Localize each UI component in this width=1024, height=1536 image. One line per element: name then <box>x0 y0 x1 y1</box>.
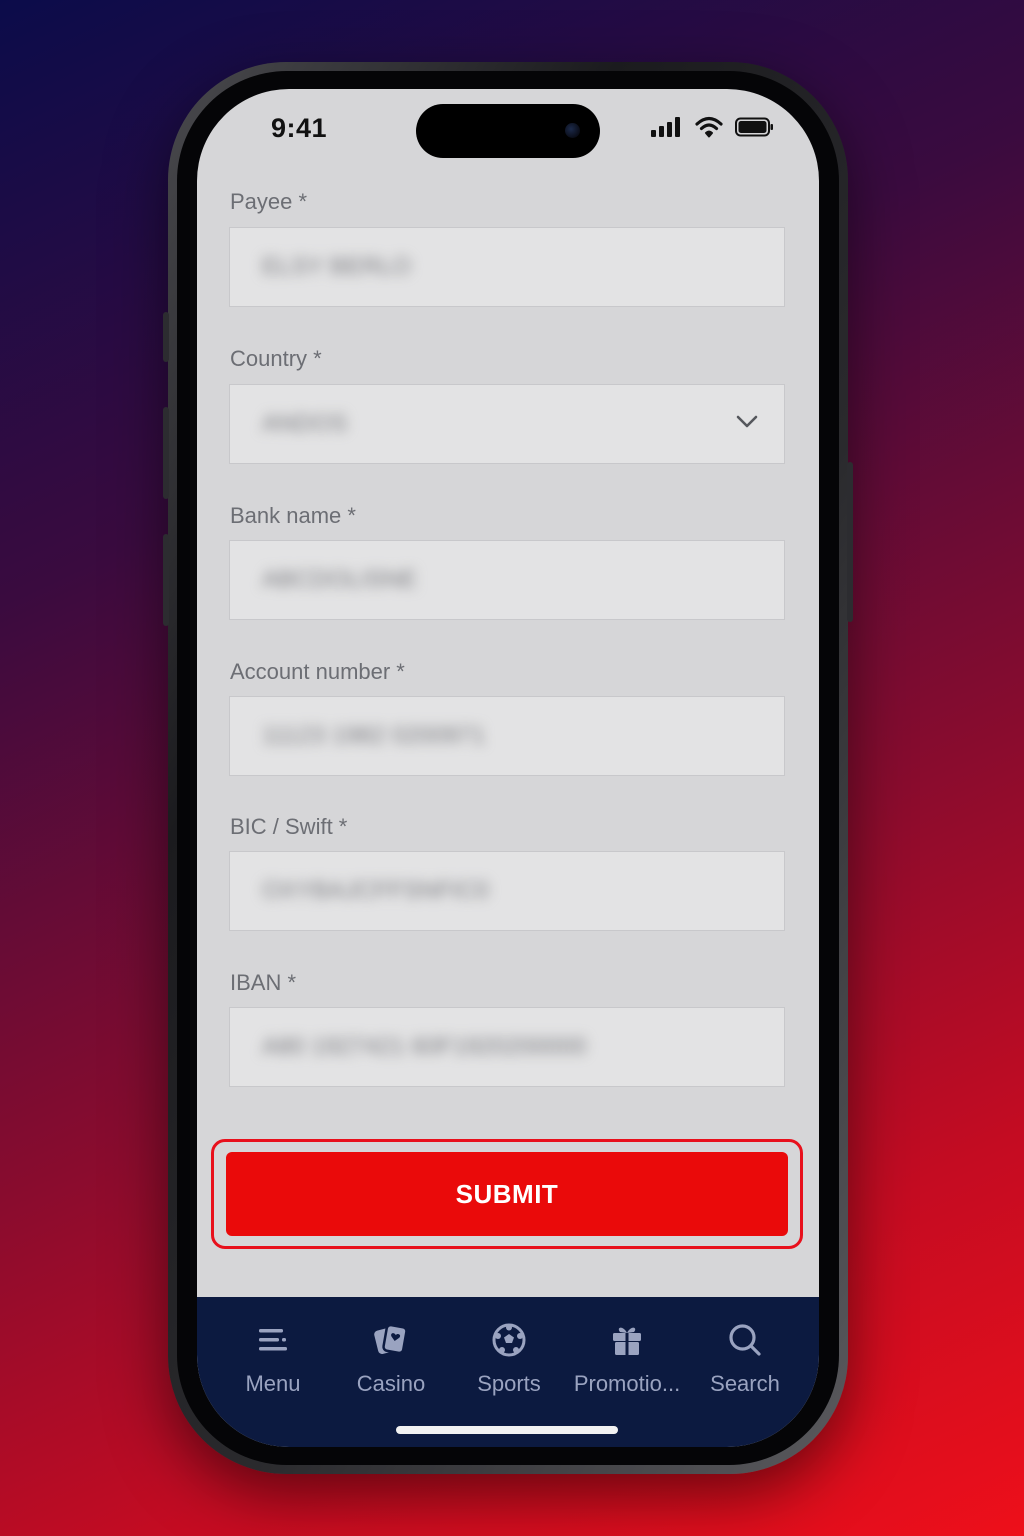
country-value: ANDOS <box>262 410 348 437</box>
nav-item-casino[interactable]: Casino <box>330 1321 452 1401</box>
soccer-ball-icon <box>492 1323 526 1357</box>
bic-swift-value: OXYBAJCFFSNFIC0 <box>262 877 489 904</box>
iban-label: IBAN * <box>230 970 297 995</box>
action-button <box>163 312 169 362</box>
wifi-icon <box>695 116 723 138</box>
gift-icon <box>613 1327 641 1355</box>
iban-input[interactable]: A80 1927421 60F1920200000 <box>229 1007 785 1087</box>
home-indicator[interactable] <box>396 1426 618 1434</box>
nav-item-promotions[interactable]: Promotio... <box>566 1321 688 1401</box>
battery-icon <box>735 117 773 137</box>
bic-swift-label: BIC / Swift * <box>230 814 348 839</box>
phone-screen: 9:41 Payee * ELSY BERLO Country * ANDOS … <box>197 89 819 1447</box>
submit-highlight: SUBMIT <box>211 1139 803 1249</box>
nav-label-menu: Menu <box>245 1371 301 1396</box>
status-time: 9:41 <box>271 113 328 143</box>
nav-label-search: Search <box>710 1371 780 1396</box>
nav-item-sports[interactable]: Sports <box>448 1321 570 1401</box>
chevron-down-icon <box>736 415 758 428</box>
volume-down-button <box>163 534 169 626</box>
phone-frame: 9:41 Payee * ELSY BERLO Country * ANDOS … <box>163 62 853 1474</box>
bottom-nav: Menu Casino Sports Promotio... Search <box>197 1297 819 1447</box>
nav-item-menu[interactable]: Menu <box>212 1321 334 1401</box>
search-icon <box>729 1324 761 1356</box>
account-number-label: Account number * <box>230 659 405 684</box>
status-icons <box>651 116 775 138</box>
country-select[interactable]: ANDOS <box>229 384 785 464</box>
nav-item-search[interactable]: Search <box>684 1321 806 1401</box>
bank-name-value: ABCDOLISNE <box>262 566 417 593</box>
status-bar: 9:41 <box>197 89 819 169</box>
volume-up-button <box>163 407 169 499</box>
account-number-input[interactable]: 11123 1982 0200971 <box>229 696 785 776</box>
country-label: Country * <box>230 346 322 371</box>
payee-value: ELSY BERLO <box>262 253 411 280</box>
dynamic-island <box>416 104 600 158</box>
nav-label-casino: Casino <box>356 1371 426 1396</box>
menu-icon <box>259 1329 287 1351</box>
payee-label: Payee * <box>230 189 308 214</box>
bank-name-label: Bank name * <box>230 503 356 528</box>
bank-name-input[interactable]: ABCDOLISNE <box>229 540 785 620</box>
cellular-signal-icon <box>651 117 680 137</box>
nav-label-promotions: Promotio... <box>573 1371 681 1396</box>
bic-swift-input[interactable]: OXYBAJCFFSNFIC0 <box>229 851 785 931</box>
nav-label-sports: Sports <box>477 1371 541 1396</box>
payee-input[interactable]: ELSY BERLO <box>229 227 785 307</box>
casino-cards-icon <box>374 1323 408 1355</box>
iban-value: A80 1927421 60F1920200000 <box>262 1033 587 1060</box>
front-camera-icon <box>565 123 580 138</box>
power-button <box>847 462 853 622</box>
account-number-value: 11123 1982 0200971 <box>262 722 486 749</box>
submit-button[interactable]: SUBMIT <box>226 1152 788 1236</box>
